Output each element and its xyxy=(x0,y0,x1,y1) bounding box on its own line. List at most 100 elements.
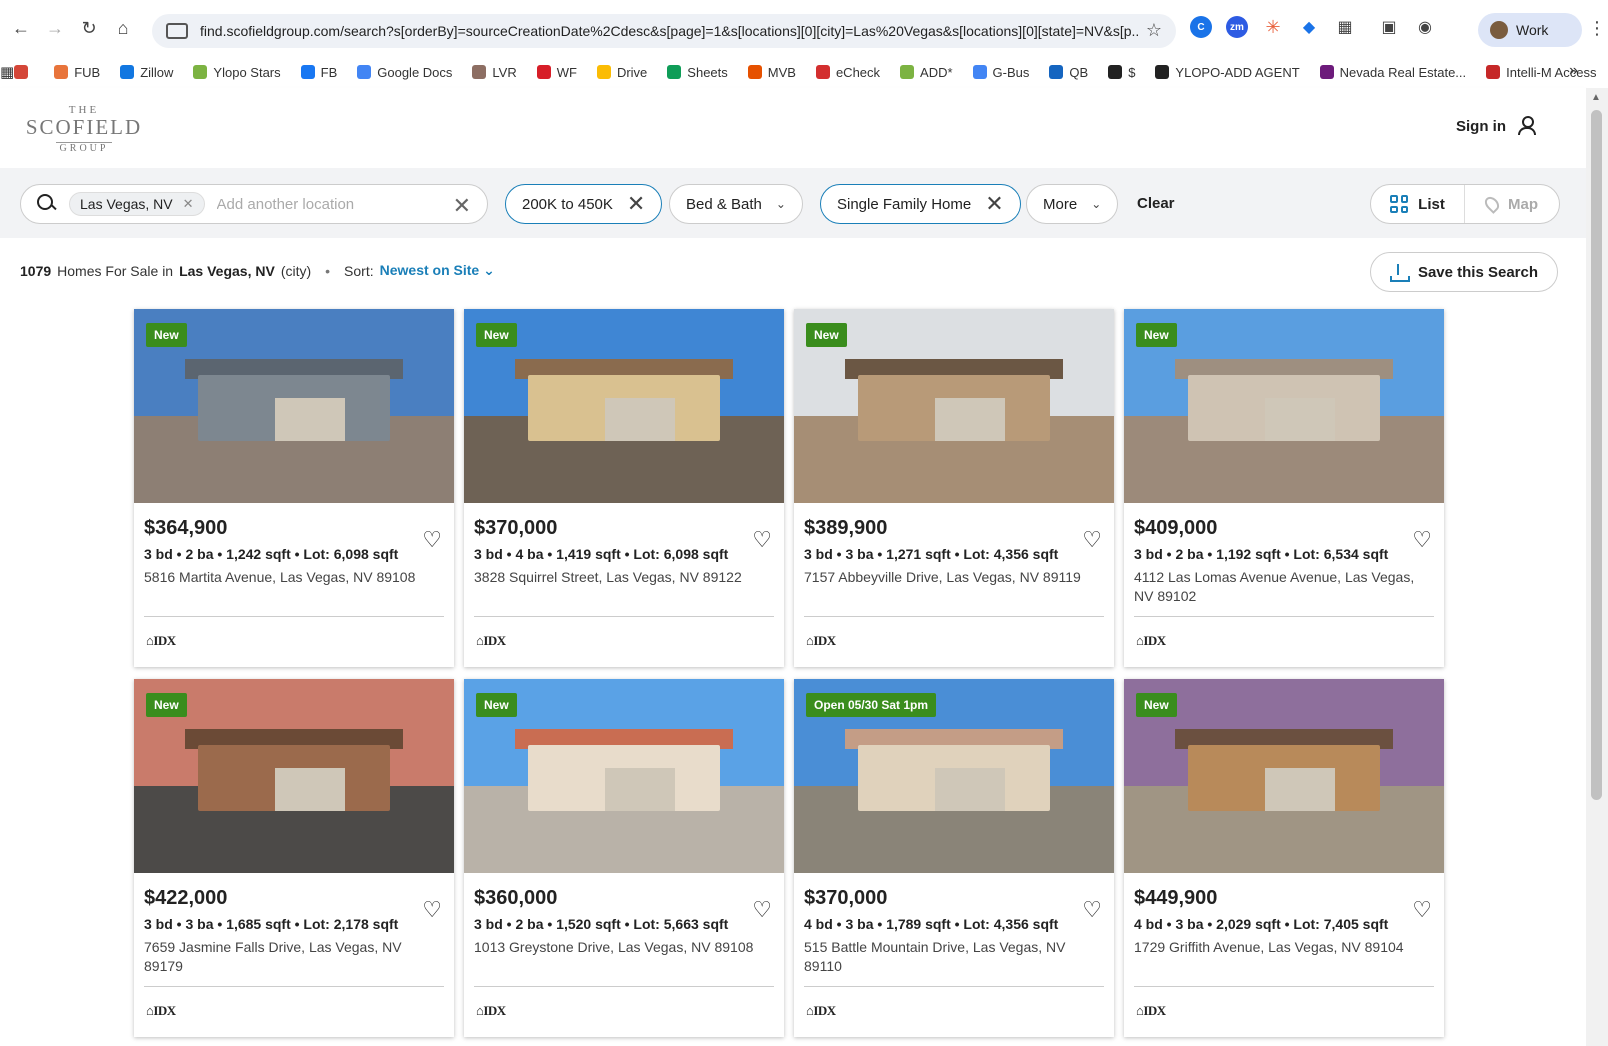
listing-address[interactable]: 1013 Greystone Drive, Las Vegas, NV 8910… xyxy=(474,938,774,978)
listing-photo[interactable]: New xyxy=(134,679,454,873)
listing-card[interactable]: New $360,000 ♡ 3 bd • 2 ba • 1,520 sqft … xyxy=(464,679,784,1037)
bookmark-item[interactable] xyxy=(14,65,34,79)
scrollbar[interactable]: ▲ xyxy=(1586,88,1608,1046)
favorite-heart-icon[interactable]: ♡ xyxy=(752,527,772,553)
favorite-heart-icon[interactable]: ♡ xyxy=(1412,897,1432,923)
bookmark-item[interactable]: Zillow xyxy=(120,65,173,80)
bookmark-star-icon[interactable]: ☆ xyxy=(1146,20,1162,41)
idx-logo: ⌂IDX xyxy=(1136,1003,1166,1018)
location-input[interactable] xyxy=(216,195,437,213)
back-arrow-icon[interactable]: ← xyxy=(4,11,38,45)
more-filter[interactable]: More ⌄ xyxy=(1026,184,1119,224)
remove-location-icon[interactable]: ✕ xyxy=(183,196,194,212)
map-view-button[interactable]: Map xyxy=(1465,185,1559,223)
scroll-up-icon[interactable]: ▲ xyxy=(1591,92,1601,103)
more-bookmarks-icon[interactable]: » xyxy=(1569,62,1578,80)
bookmark-item[interactable]: Google Docs xyxy=(357,65,452,80)
apps-grid-icon[interactable]: ▦ xyxy=(0,63,14,81)
location-chip[interactable]: Las Vegas, NV ✕ xyxy=(69,192,205,216)
chevron-down-icon: ⌄ xyxy=(483,262,495,278)
site-info-icon[interactable] xyxy=(166,23,188,39)
save-search-button[interactable]: Save this Search xyxy=(1370,252,1558,292)
listing-address[interactable]: 7157 Abbeyville Drive, Las Vegas, NV 891… xyxy=(804,568,1104,608)
listing-card[interactable]: New $364,900 ♡ 3 bd • 2 ba • 1,242 sqft … xyxy=(134,309,454,667)
listing-price: $370,000 xyxy=(474,517,558,539)
favorite-heart-icon[interactable]: ♡ xyxy=(422,527,442,553)
bookmark-item[interactable]: Drive xyxy=(596,65,647,80)
bookmark-item[interactable]: QB xyxy=(1049,65,1088,80)
address-bar[interactable]: find.scofieldgroup.com/search?s[orderBy]… xyxy=(152,14,1176,48)
extension-burst-icon[interactable]: ✳ xyxy=(1262,16,1284,38)
listing-photo[interactable]: New xyxy=(1124,309,1444,503)
listing-photo[interactable]: New xyxy=(794,309,1114,503)
idx-logo: ⌂IDX xyxy=(146,633,176,648)
bookmark-item[interactable]: LVR xyxy=(472,65,517,80)
bed-bath-filter[interactable]: Bed & Bath ⌄ xyxy=(669,184,803,224)
bookmark-item[interactable]: Intelli-M Access xyxy=(1486,65,1596,80)
profile-button[interactable]: Work xyxy=(1478,13,1582,47)
listing-badge: New xyxy=(1136,323,1177,347)
listing-photo[interactable]: New xyxy=(464,309,784,503)
scofield-logo[interactable]: THE SCOFIELD GROUP xyxy=(24,104,144,156)
bookmark-item[interactable]: MVB xyxy=(747,65,796,80)
sort-dropdown[interactable]: Newest on Site ⌄ xyxy=(380,262,495,279)
listing-address[interactable]: 7659 Jasmine Falls Drive, Las Vegas, NV … xyxy=(144,938,444,978)
listing-card[interactable]: New $409,000 ♡ 3 bd • 2 ba • 1,192 sqft … xyxy=(1124,309,1444,667)
home-type-filter[interactable]: Single Family Home ✕ xyxy=(820,184,1021,224)
incognito-icon[interactable]: ◉ xyxy=(1414,16,1436,38)
bookmark-item[interactable]: Ylopo Stars xyxy=(193,65,281,80)
bookmark-item[interactable]: Sheets xyxy=(667,65,728,80)
home-icon[interactable]: ⌂ xyxy=(106,11,140,45)
favorite-heart-icon[interactable]: ♡ xyxy=(752,897,772,923)
listing-address[interactable]: 515 Battle Mountain Drive, Las Vegas, NV… xyxy=(804,938,1104,978)
reading-list-icon[interactable]: ▣ xyxy=(1378,16,1400,38)
remove-home-type-icon[interactable]: ✕ xyxy=(985,193,1003,215)
listing-address[interactable]: 1729 Griffith Avenue, Las Vegas, NV 8910… xyxy=(1134,938,1434,978)
favorite-heart-icon[interactable]: ♡ xyxy=(1082,527,1102,553)
listing-card[interactable]: New $370,000 ♡ 3 bd • 4 ba • 1,419 sqft … xyxy=(464,309,784,667)
listing-card[interactable]: New $422,000 ♡ 3 bd • 3 ba • 1,685 sqft … xyxy=(134,679,454,1037)
list-view-button[interactable]: List xyxy=(1371,185,1465,223)
listing-photo[interactable]: New xyxy=(134,309,454,503)
bookmark-item[interactable]: eCheck xyxy=(815,65,880,80)
lvr-icon xyxy=(472,65,487,79)
bookmark-item[interactable]: Nevada Real Estate... xyxy=(1319,65,1466,80)
bookmark-item[interactable]: G-Bus xyxy=(972,65,1029,80)
bookmark-item[interactable]: ADD* xyxy=(900,65,953,80)
listing-photo[interactable]: Open 05/30 Sat 1pm xyxy=(794,679,1114,873)
scroll-thumb[interactable] xyxy=(1591,110,1602,800)
favorite-heart-icon[interactable]: ♡ xyxy=(1082,897,1102,923)
listing-address[interactable]: 4112 Las Lomas Avenue Avenue, Las Vegas,… xyxy=(1134,568,1434,608)
extension-zm-icon[interactable]: zm xyxy=(1226,16,1248,38)
listing-card[interactable]: New $449,900 ♡ 4 bd • 3 ba • 2,029 sqft … xyxy=(1124,679,1444,1037)
url-text[interactable]: find.scofieldgroup.com/search?s[orderBy]… xyxy=(200,23,1140,39)
sign-in-button[interactable]: Sign in xyxy=(1456,116,1536,136)
extensions-puzzle-icon[interactable]: ▦ xyxy=(1334,16,1356,38)
listing-photo[interactable]: New xyxy=(464,679,784,873)
forward-arrow-icon[interactable]: → xyxy=(38,11,72,45)
listing-address[interactable]: 3828 Squirrel Street, Las Vegas, NV 8912… xyxy=(474,568,774,608)
mvb-icon xyxy=(747,65,762,79)
clear-filters-button[interactable]: Clear xyxy=(1137,195,1175,212)
listing-card[interactable]: New $389,900 ♡ 3 bd • 3 ba • 1,271 sqft … xyxy=(794,309,1114,667)
favorite-heart-icon[interactable]: ♡ xyxy=(422,897,442,923)
remove-price-icon[interactable]: ✕ xyxy=(627,193,645,215)
browser-menu-icon[interactable]: ⋮ xyxy=(1588,18,1606,39)
bookmark-item[interactable]: WF xyxy=(536,65,577,80)
bookmark-item[interactable]: YLOPO-ADD AGENT xyxy=(1155,65,1300,80)
bookmark-item[interactable]: FUB xyxy=(54,65,100,80)
reload-icon[interactable]: ↻ xyxy=(72,11,106,45)
listing-photo[interactable]: New xyxy=(1124,679,1444,873)
idx-logo: ⌂IDX xyxy=(1136,633,1166,648)
bookmark-item[interactable]: $ xyxy=(1108,65,1135,80)
listing-address[interactable]: 5816 Martita Avenue, Las Vegas, NV 89108 xyxy=(144,568,444,608)
facebook-icon xyxy=(300,65,315,79)
price-filter[interactable]: 200K to 450K ✕ xyxy=(505,184,663,224)
extension-c-icon[interactable]: C xyxy=(1190,16,1212,38)
location-search[interactable]: Las Vegas, NV ✕ ✕ xyxy=(20,184,488,224)
clear-location-icon[interactable]: ✕ xyxy=(453,193,471,219)
bookmark-item[interactable]: FB xyxy=(300,65,337,80)
extension-tag-icon[interactable]: ◆ xyxy=(1298,16,1320,38)
listing-card[interactable]: Open 05/30 Sat 1pm $370,000 ♡ 4 bd • 3 b… xyxy=(794,679,1114,1037)
favorite-heart-icon[interactable]: ♡ xyxy=(1412,527,1432,553)
